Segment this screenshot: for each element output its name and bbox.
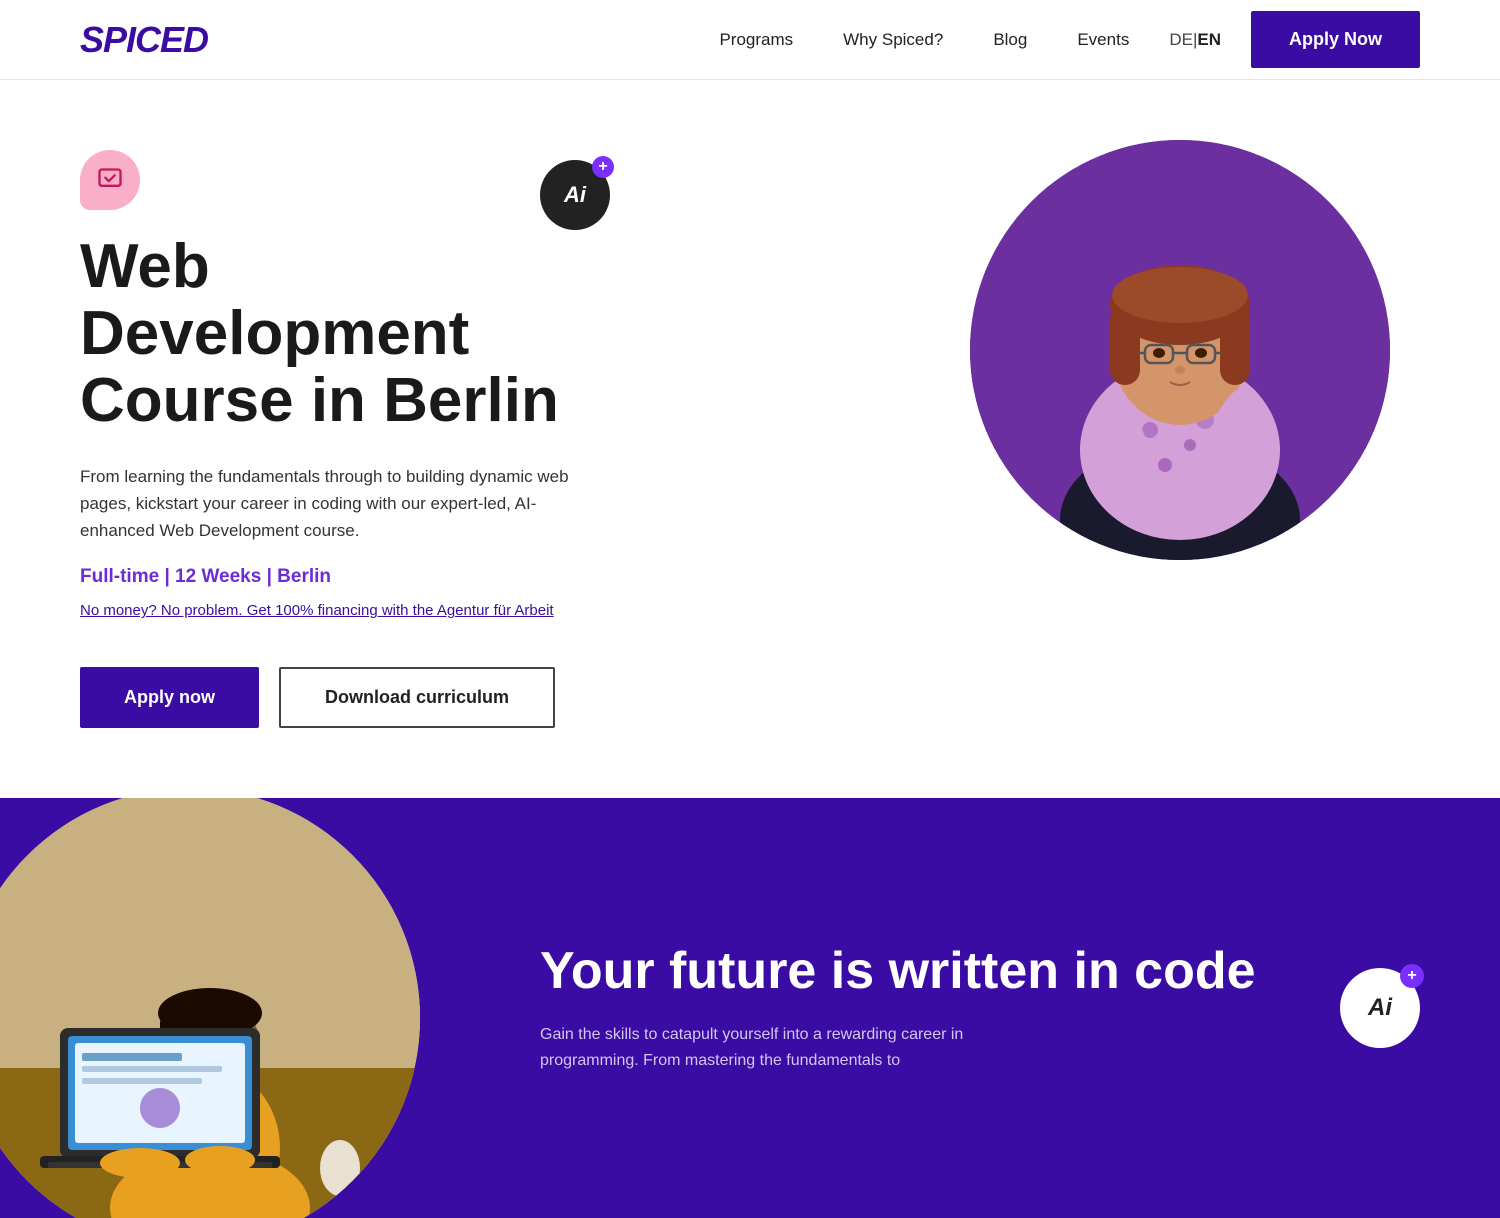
lang-switcher: DE|EN: [1169, 30, 1221, 50]
ai-badge-plus: +: [592, 156, 614, 178]
site-logo[interactable]: SPICED: [80, 19, 208, 61]
nav-blog[interactable]: Blog: [993, 30, 1027, 49]
apply-now-hero-button[interactable]: Apply now: [80, 667, 259, 728]
purple-left-image: [0, 798, 500, 1218]
ai-badge-white-text: Ai: [1368, 994, 1392, 1022]
nav-programs[interactable]: Programs: [719, 30, 793, 49]
apply-now-nav-button[interactable]: Apply Now: [1251, 11, 1420, 68]
download-curriculum-button[interactable]: Download curriculum: [279, 667, 555, 728]
hero-content: Web Development Course in Berlin From le…: [80, 140, 940, 728]
purple-title: Your future is written in code: [540, 943, 1300, 1000]
lang-de[interactable]: DE: [1169, 30, 1193, 49]
ai-badge-hero: Ai +: [540, 160, 610, 230]
ai-badge-white: Ai +: [1340, 968, 1420, 1048]
financing-link[interactable]: No money? No problem. Get 100% financing…: [80, 600, 554, 623]
purple-description: Gain the skills to catapult yourself int…: [540, 1022, 1020, 1073]
purple-right-content: Your future is written in code Gain the …: [500, 798, 1500, 1218]
hero-image: [940, 140, 1420, 560]
course-meta: Full-time | 12 Weeks | Berlin: [80, 566, 880, 588]
nav-why-spiced[interactable]: Why Spiced?: [843, 30, 943, 49]
lang-en[interactable]: EN: [1197, 30, 1221, 49]
purple-text: Your future is written in code Gain the …: [540, 943, 1300, 1073]
ai-badge-white-plus: +: [1400, 964, 1424, 988]
hero-description: From learning the fundamentals through t…: [80, 463, 570, 545]
ai-badge-text: Ai: [564, 182, 586, 208]
laptop-circle: [0, 798, 420, 1218]
course-icon: [80, 150, 140, 210]
nav-events[interactable]: Events: [1077, 30, 1129, 49]
hero-title: Web Development Course in Berlin: [80, 234, 600, 435]
hero-section: Web Development Course in Berlin From le…: [0, 80, 1500, 798]
main-nav: SPICED Programs Why Spiced? Blog Events …: [0, 0, 1500, 80]
person-circle: [970, 140, 1390, 560]
purple-section: Your future is written in code Gain the …: [0, 798, 1500, 1218]
nav-links: Programs Why Spiced? Blog Events: [719, 30, 1129, 50]
hero-buttons: Apply now Download curriculum: [80, 667, 880, 728]
